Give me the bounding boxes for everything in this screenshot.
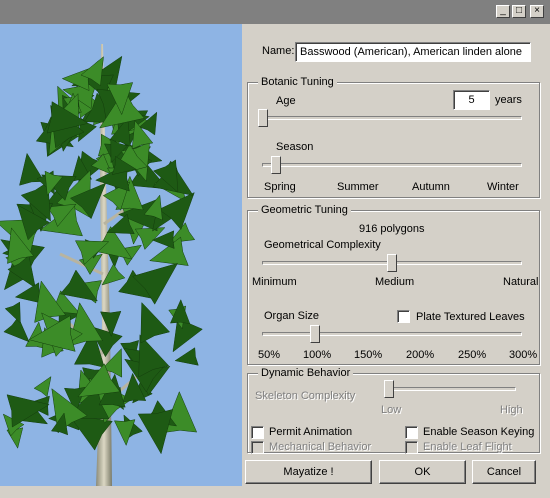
season-tick-autumn: Autumn [412, 181, 450, 193]
plate-textured-leaves-checkbox[interactable] [397, 310, 410, 323]
botanic-tuning-legend: Botanic Tuning [258, 76, 337, 88]
leaf-shape [33, 376, 52, 398]
season-label: Season [276, 141, 314, 153]
age-slider-track[interactable] [262, 116, 522, 120]
dynamic-behavior-legend: Dynamic Behavior [258, 367, 354, 379]
permit-animation-label: Permit Animation [269, 426, 353, 438]
season-slider-track[interactable] [262, 163, 522, 167]
ok-button[interactable]: OK [379, 460, 466, 484]
organ-size-slider-thumb[interactable] [309, 325, 320, 343]
skeleton-slider-thumb [384, 380, 394, 398]
enable-leaf-flight-checkbox [405, 441, 418, 454]
enable-season-keying-checkbox[interactable] [405, 426, 418, 439]
complexity-slider-thumb[interactable] [387, 254, 397, 272]
leaf-shape [4, 301, 21, 324]
season-tick-winter: Winter [487, 181, 519, 193]
enable-season-keying-label: Enable Season Keying [423, 426, 535, 438]
leaf-shape [158, 192, 195, 231]
complexity-tick-medium: Medium [375, 276, 415, 288]
mechanical-behavior-checkbox [251, 441, 264, 454]
skeleton-complexity-label: Skeleton Complexity [255, 390, 356, 402]
organ-tick-150: 150% [354, 349, 383, 361]
plate-textured-leaves-label: Plate Textured Leaves [416, 311, 525, 323]
enable-leaf-flight-label: Enable Leaf Flight [423, 441, 512, 453]
organ-tick-100: 100% [303, 349, 332, 361]
age-label: Age [276, 95, 296, 107]
geometric-tuning-legend: Geometric Tuning [258, 204, 351, 216]
season-tick-summer: Summer [337, 181, 379, 193]
title-bar: _ □ × [0, 0, 550, 24]
plant-illustration [0, 44, 203, 486]
leaf-shape [140, 301, 171, 344]
age-slider-thumb[interactable] [258, 109, 268, 127]
polygon-count: 916 polygons [359, 223, 425, 235]
permit-animation-checkbox[interactable] [251, 426, 264, 439]
leaf-shape [174, 347, 199, 366]
name-field[interactable]: Basswood (American), American linden alo… [295, 42, 531, 62]
skeleton-tick-low: Low [381, 404, 402, 416]
mechanical-behavior-label: Mechanical Behavior [269, 441, 372, 453]
organ-size-label: Organ Size [264, 310, 320, 322]
complexity-tick-minimum: Minimum [252, 276, 297, 288]
season-slider-thumb[interactable] [270, 156, 281, 174]
organ-tick-250: 250% [458, 349, 487, 361]
close-button[interactable]: × [530, 5, 544, 18]
leaf-shape [3, 316, 30, 343]
age-input[interactable]: 5 [453, 90, 490, 110]
cancel-button[interactable]: Cancel [472, 460, 536, 484]
organ-tick-300: 300% [509, 349, 538, 361]
maximize-button[interactable]: □ [512, 5, 526, 18]
mayatize-button[interactable]: Mayatize ! [245, 460, 372, 484]
organ-tick-50: 50% [258, 349, 281, 361]
age-unit: years [495, 94, 522, 106]
skeleton-slider-track [388, 387, 516, 391]
complexity-tick-natural: Natural [503, 276, 539, 288]
plant-preview[interactable] [0, 24, 242, 486]
skeleton-tick-high: High [500, 404, 523, 416]
minimize-button[interactable]: _ [496, 5, 510, 18]
organ-tick-200: 200% [406, 349, 435, 361]
organ-size-slider-track[interactable] [262, 332, 522, 336]
season-tick-spring: Spring [264, 181, 296, 193]
complexity-label: Geometrical Complexity [264, 239, 381, 251]
name-label: Name: [262, 45, 295, 57]
